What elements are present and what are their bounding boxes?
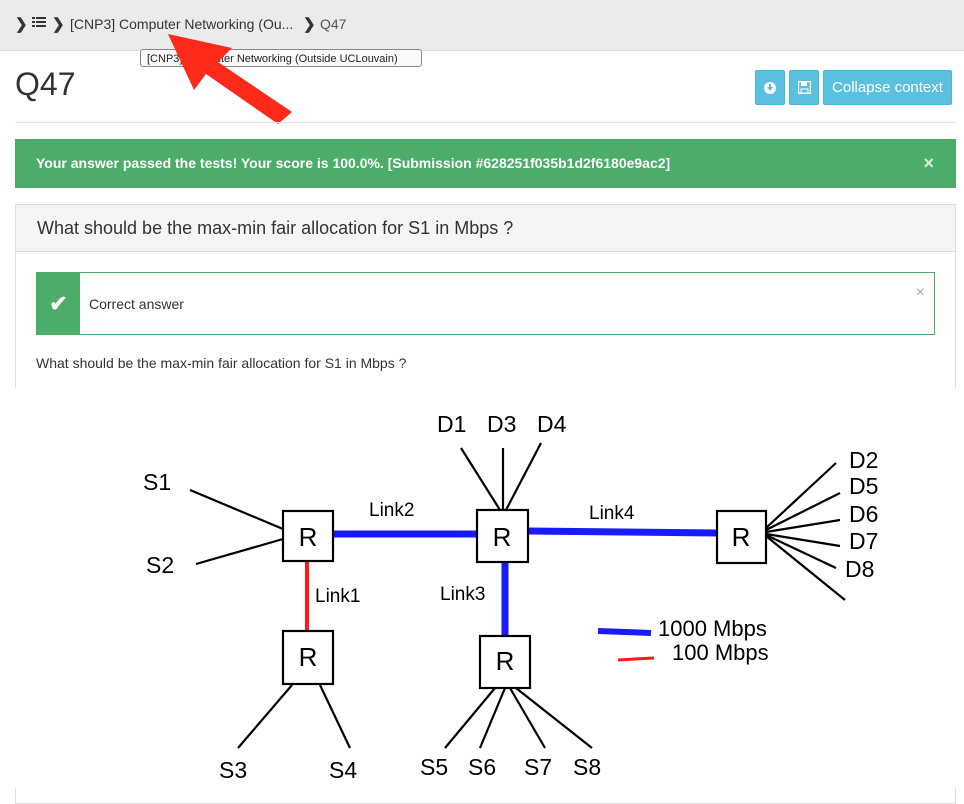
problem-header: What should be the max-min fair allocati… <box>16 205 955 252</box>
destination-label: D1 <box>437 411 466 437</box>
feedback-text: Correct answer <box>89 296 184 312</box>
success-alert: Your answer passed the tests! Your score… <box>15 139 956 188</box>
breadcrumb-task: Q47 <box>320 16 347 32</box>
source-label: S3 <box>219 757 247 783</box>
router-label: R <box>299 522 318 552</box>
legend-slow-swatch <box>617 656 655 662</box>
feedback-box: ✔ Correct answer × <box>36 272 935 335</box>
feedback-close-button[interactable]: × <box>916 284 925 302</box>
download-button[interactable] <box>755 70 785 105</box>
source-label: S5 <box>420 754 448 780</box>
alert-close-button[interactable]: × <box>923 139 934 188</box>
legend-fast-swatch <box>597 628 652 636</box>
checkmark-icon: ✔ <box>37 273 80 334</box>
alert-message: Your answer passed the tests! Your score… <box>36 155 671 171</box>
source-label: S1 <box>143 469 171 495</box>
router-label: R <box>299 642 318 672</box>
destination-label: D3 <box>487 411 516 437</box>
chevron-right-icon: ❯ <box>303 16 316 33</box>
destination-label: D7 <box>849 528 878 554</box>
floppy-disk-icon <box>797 81 811 94</box>
list-icon[interactable] <box>32 15 46 34</box>
network-diagram: R R R R R S1 S2 S3 S4 S5 S6 S7 S8 D1 D3 … <box>0 388 964 788</box>
source-label: S4 <box>329 757 357 783</box>
link-label: Link4 <box>589 503 635 524</box>
link-label: Link1 <box>315 586 360 607</box>
divider <box>15 122 956 123</box>
destination-label: D2 <box>849 447 878 473</box>
question-text: What should be the max-min fair allocati… <box>36 355 407 371</box>
collapse-context-button[interactable]: Collapse context <box>823 70 952 105</box>
legend-fast-label: 1000 Mbps <box>658 616 767 641</box>
link-label: Link3 <box>440 584 485 605</box>
destination-label: D5 <box>849 473 878 499</box>
link4-line <box>527 527 718 537</box>
destination-label: D8 <box>845 556 874 582</box>
chevron-right-icon: ❯ <box>52 16 65 33</box>
link-label: Link2 <box>369 500 414 521</box>
source-label: S2 <box>146 552 174 578</box>
legend-slow-label: 100 Mbps <box>672 640 769 665</box>
router-label: R <box>496 646 515 676</box>
router-label: R <box>493 522 512 552</box>
source-label: S6 <box>468 754 496 780</box>
page-title: Q47 <box>15 66 76 102</box>
destination-label: D6 <box>849 501 878 527</box>
source-label: S8 <box>573 754 601 780</box>
source-label: S7 <box>524 754 552 780</box>
expand-chevron-icon[interactable]: ❯ <box>15 15 28 33</box>
destination-label: D4 <box>537 411 567 437</box>
breadcrumb: ❯ ❯ [CNP3] Computer Networking (Ou... ❯ … <box>0 0 964 51</box>
router-label: R <box>732 522 751 552</box>
save-button[interactable] <box>789 70 819 105</box>
annotation-arrow-icon <box>168 34 292 124</box>
download-circle-icon <box>764 81 776 94</box>
